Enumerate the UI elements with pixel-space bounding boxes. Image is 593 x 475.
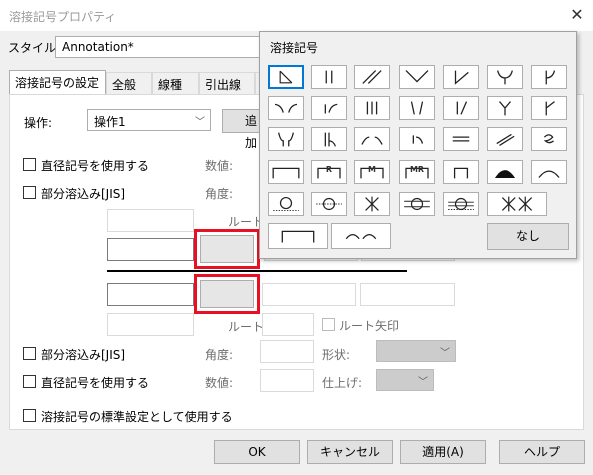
chevron-down-icon: ﹀ bbox=[418, 377, 428, 388]
lower-diameter-checkbox[interactable] bbox=[23, 375, 36, 388]
backing-mr-label: MR bbox=[409, 165, 425, 174]
style-dropdown[interactable]: Annotation* bbox=[55, 36, 265, 58]
help-button[interactable]: ヘルプ bbox=[499, 440, 585, 464]
half-y-symbol[interactable] bbox=[531, 96, 567, 120]
upper-diameter-label: 直径記号を使用する bbox=[41, 159, 150, 173]
double-v-symbol[interactable] bbox=[399, 96, 435, 120]
inclined-symbol[interactable] bbox=[487, 127, 523, 151]
v-groove-symbol[interactable] bbox=[399, 65, 435, 89]
y-groove-symbol[interactable] bbox=[487, 96, 523, 120]
upper-size-input[interactable] bbox=[107, 238, 194, 261]
stud-symbol[interactable] bbox=[354, 192, 390, 216]
style-label: スタイル: bbox=[8, 41, 61, 55]
melt-through-symbol[interactable] bbox=[487, 160, 523, 184]
lower-root-value-input[interactable] bbox=[262, 313, 314, 336]
palette-title: 溶接記号 bbox=[270, 41, 319, 55]
flare-double-bevel-symbol[interactable] bbox=[399, 127, 435, 151]
double-line-symbol[interactable] bbox=[443, 127, 479, 151]
scarf-symbol[interactable] bbox=[354, 65, 390, 89]
reference-line bbox=[107, 270, 407, 272]
double-u-symbol[interactable] bbox=[268, 127, 304, 151]
upper-value-label: 数値: bbox=[205, 159, 234, 173]
double-bevel-symbol[interactable] bbox=[443, 96, 479, 120]
spot-symbol[interactable] bbox=[268, 192, 304, 216]
surfacing-symbol[interactable] bbox=[531, 160, 567, 184]
chevron-down-icon: ﹀ bbox=[440, 348, 450, 359]
finish-label: 仕上げ: bbox=[322, 376, 363, 390]
ok-button[interactable]: OK bbox=[214, 440, 300, 464]
backing-m-symbol[interactable]: M bbox=[354, 160, 390, 184]
lower-partial-label: 部分溶込み[JIS] bbox=[41, 348, 126, 362]
lower-length-input[interactable] bbox=[262, 283, 356, 306]
cancel-button[interactable]: キャンセル bbox=[307, 440, 393, 464]
double-stud-symbol[interactable] bbox=[487, 192, 547, 216]
flare-double-v-symbol[interactable] bbox=[354, 127, 390, 151]
backing-strip-symbol[interactable] bbox=[268, 223, 328, 249]
double-arc-symbol[interactable] bbox=[331, 223, 391, 249]
operation-dropdown[interactable]: 操作1 ﹀ bbox=[87, 109, 211, 131]
standard-checkbox[interactable] bbox=[23, 409, 36, 422]
root-arrow-label: ルート矢印 bbox=[339, 319, 400, 333]
j-groove-symbol[interactable] bbox=[531, 65, 567, 89]
u-groove-symbol[interactable] bbox=[487, 65, 523, 89]
lower-partial-checkbox[interactable] bbox=[23, 347, 36, 360]
operation-value: 操作1 bbox=[94, 115, 126, 129]
tab-leader[interactable]: 引出線 bbox=[199, 72, 255, 94]
upper-diameter-checkbox[interactable] bbox=[23, 158, 36, 171]
upper-partial-checkbox[interactable] bbox=[23, 186, 36, 199]
shape-dropdown[interactable]: ﹀ bbox=[376, 340, 456, 362]
standard-label: 溶接記号の標準設定として使用する bbox=[41, 410, 233, 424]
lower-root-input[interactable] bbox=[107, 313, 194, 336]
seam-double-symbol[interactable] bbox=[443, 192, 479, 216]
chevron-down-icon: ﹀ bbox=[195, 117, 205, 128]
flare-v-symbol[interactable] bbox=[268, 96, 304, 120]
backing-symbol[interactable] bbox=[268, 160, 304, 184]
seam-center-symbol[interactable] bbox=[399, 192, 435, 216]
double-j-symbol[interactable] bbox=[311, 127, 347, 151]
bevel-groove-symbol[interactable] bbox=[443, 65, 479, 89]
lower-angle-input[interactable] bbox=[260, 340, 314, 363]
backing-mr-symbol[interactable]: MR bbox=[399, 160, 435, 184]
tab-general[interactable]: 全般 bbox=[106, 72, 152, 94]
square-groove-symbol[interactable] bbox=[311, 65, 347, 89]
shape-label: 形状: bbox=[322, 348, 351, 362]
root-arrow-checkbox[interactable] bbox=[322, 318, 335, 331]
fillet-symbol[interactable] bbox=[268, 65, 304, 89]
lower-diameter-label: 直径記号を使用する bbox=[41, 376, 150, 390]
backing-r-symbol[interactable]: R bbox=[311, 160, 347, 184]
finish-dropdown[interactable]: ﹀ bbox=[376, 369, 434, 391]
lower-size-input[interactable] bbox=[107, 283, 194, 306]
operation-label: 操作: bbox=[24, 116, 53, 130]
upper-symbol-button[interactable] bbox=[200, 235, 254, 263]
flare-bevel-symbol[interactable] bbox=[311, 96, 347, 120]
close-icon[interactable]: ✕ bbox=[566, 4, 588, 26]
triple-line-symbol[interactable] bbox=[354, 96, 390, 120]
lower-value-input[interactable] bbox=[260, 369, 314, 392]
none-button[interactable]: なし bbox=[487, 223, 569, 250]
lower-angle-label: 角度: bbox=[205, 348, 234, 362]
upper-angle-label: 角度: bbox=[205, 187, 234, 201]
window-title: 溶接記号プロパティ bbox=[9, 10, 117, 24]
tab-weld-settings[interactable]: 溶接記号の設定 bbox=[9, 70, 106, 94]
style-value: Annotation* bbox=[62, 40, 134, 54]
fold-symbol[interactable] bbox=[531, 127, 567, 151]
tab-line-type[interactable]: 線種 bbox=[152, 72, 199, 94]
weld-symbol-palette: 溶接記号 R M MR なし bbox=[259, 31, 577, 259]
apply-button[interactable]: 適用(A) bbox=[400, 440, 486, 464]
upper-root-input[interactable] bbox=[107, 209, 194, 232]
lower-pitch-input[interactable] bbox=[360, 283, 455, 306]
lower-value-label: 数値: bbox=[205, 376, 234, 390]
plug-symbol[interactable] bbox=[443, 160, 479, 184]
lower-symbol-button[interactable] bbox=[200, 280, 254, 308]
seam-symbol[interactable] bbox=[311, 192, 347, 216]
backing-m-label: M bbox=[368, 165, 376, 174]
upper-partial-label: 部分溶込み[JIS] bbox=[41, 187, 126, 201]
backing-r-label: R bbox=[325, 165, 333, 174]
